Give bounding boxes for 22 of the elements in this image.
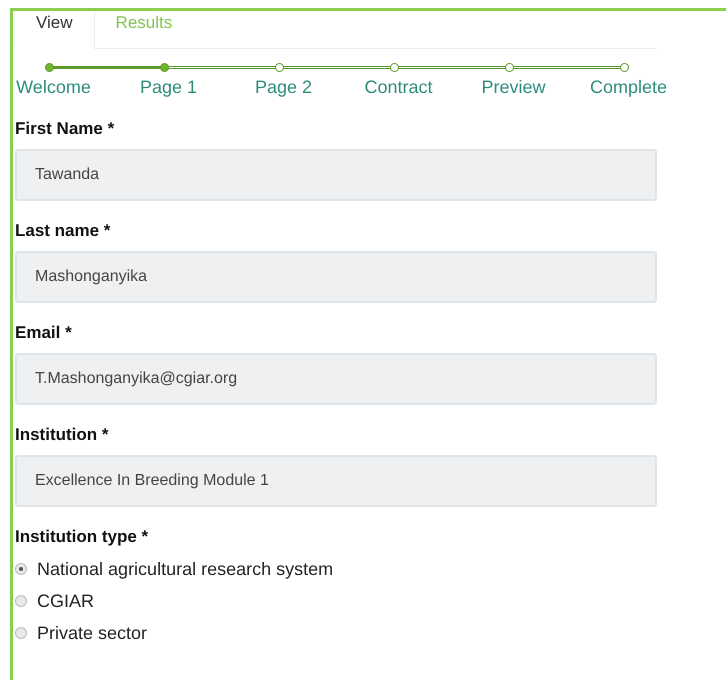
field-label: Institution type *: [15, 527, 150, 547]
tab[interactable]: View: [14, 11, 95, 49]
step-label[interactable]: Page 2: [226, 77, 341, 98]
field-label: Email *: [15, 323, 73, 343]
input-field[interactable]: Mashonganyika: [15, 251, 657, 303]
radio-button[interactable]: [15, 563, 27, 575]
option-label[interactable]: National agricultural research system: [37, 558, 334, 580]
input-field[interactable]: Tawanda: [15, 149, 657, 201]
field-label: Last name *: [15, 221, 112, 241]
step-label[interactable]: Preview: [456, 77, 571, 98]
step-label[interactable]: Page 1: [111, 77, 226, 98]
step-label[interactable]: Welcome: [0, 77, 111, 98]
step-label[interactable]: Complete: [571, 77, 686, 98]
field-label: Institution *: [15, 425, 110, 445]
radio-button[interactable]: [15, 627, 27, 639]
step-label[interactable]: Contract: [341, 77, 456, 98]
option-label[interactable]: Private sector: [37, 622, 148, 644]
input-field[interactable]: T.Mashonganyika@cgiar.org: [15, 353, 657, 405]
radio-button[interactable]: [15, 595, 27, 607]
field-label: First Name *: [15, 119, 116, 139]
option-label[interactable]: CGIAR: [37, 590, 94, 612]
input-field[interactable]: Excellence In Breeding Module 1: [15, 455, 657, 507]
